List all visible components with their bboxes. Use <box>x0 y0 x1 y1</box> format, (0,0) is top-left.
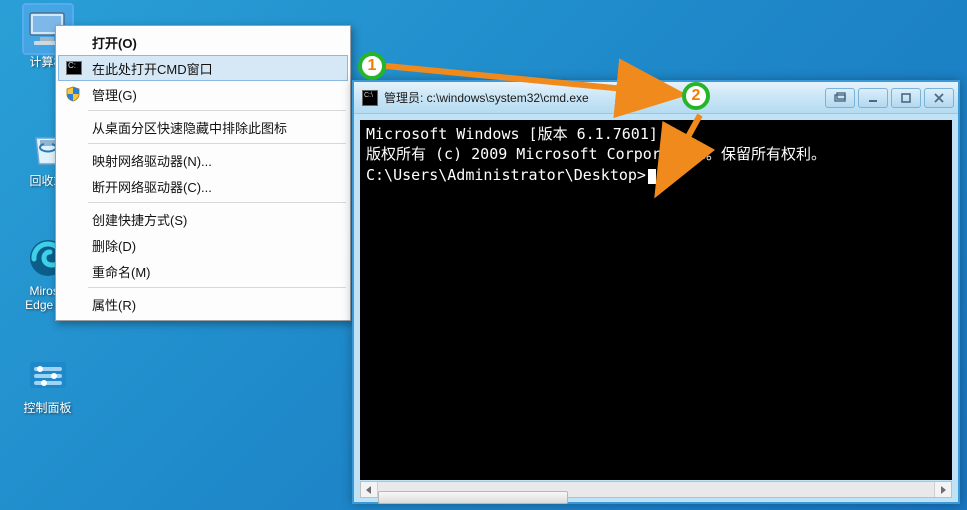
window-controls <box>825 88 954 108</box>
scroll-left-arrow-icon[interactable] <box>361 482 378 497</box>
window-extra-button[interactable] <box>825 88 855 108</box>
cmd-prompt: C:\Users\Administrator\Desktop> <box>366 165 946 185</box>
cmd-line: Microsoft Windows [版本 6.1.7601] <box>366 124 946 144</box>
ctx-map-network-drive[interactable]: 映射网络驱动器(N)... <box>58 147 348 173</box>
ctx-separator <box>88 143 346 144</box>
desktop: 计算机 回收站 Mirosft Edge 87 <box>0 0 967 510</box>
ctx-rename[interactable]: 重命名(M) <box>58 258 348 284</box>
cmd-titlebar[interactable]: 管理员: c:\windows\system32\cmd.exe <box>354 82 958 114</box>
ctx-open[interactable]: 打开(O) <box>58 29 348 55</box>
close-button[interactable] <box>924 88 954 108</box>
scroll-right-arrow-icon[interactable] <box>934 482 951 497</box>
ctx-label: 管理(G) <box>92 85 137 104</box>
maximize-button[interactable] <box>891 88 921 108</box>
shield-icon <box>64 85 82 103</box>
ctx-separator <box>88 202 346 203</box>
ctx-label: 重命名(M) <box>92 262 151 281</box>
ctx-label: 创建快捷方式(S) <box>92 210 187 229</box>
desktop-icon-control-panel[interactable]: 控制面板 <box>10 351 85 415</box>
control-panel-icon <box>24 351 72 399</box>
ctx-manage[interactable]: 管理(G) <box>58 81 348 107</box>
ctx-delete[interactable]: 删除(D) <box>58 232 348 258</box>
annotation-badge-1: 1 <box>358 52 386 80</box>
ctx-separator <box>88 287 346 288</box>
desktop-icon-label: 控制面板 <box>23 401 71 415</box>
cmd-output-area[interactable]: Microsoft Windows [版本 6.1.7601] 版权所有 (c)… <box>360 120 952 480</box>
cmd-icon: C: <box>65 59 83 77</box>
ctx-label: 从桌面分区快速隐藏中排除此图标 <box>92 118 287 137</box>
cmd-line: 版权所有 (c) 2009 Microsoft Corporation。保留所有… <box>366 144 946 164</box>
ctx-label: 在此处打开CMD窗口 <box>92 59 213 78</box>
cmd-title-text: 管理员: c:\windows\system32\cmd.exe <box>384 89 825 106</box>
ctx-separator <box>88 110 346 111</box>
horizontal-scrollbar[interactable] <box>360 481 952 498</box>
ctx-label: 删除(D) <box>92 236 136 255</box>
context-menu: 打开(O) C: 在此处打开CMD窗口 管理(G) 从桌面分区快速隐藏中排除此图 <box>55 25 351 321</box>
minimize-button[interactable] <box>858 88 888 108</box>
annotation-badge-2: 2 <box>682 82 710 110</box>
cmd-title-icon <box>362 90 378 106</box>
cmd-window: 管理员: c:\windows\system32\cmd.exe Microso… <box>352 80 960 504</box>
ctx-label: 断开网络驱动器(C)... <box>92 177 212 196</box>
ctx-create-shortcut[interactable]: 创建快捷方式(S) <box>58 206 348 232</box>
ctx-label: 属性(R) <box>92 295 136 314</box>
ctx-disconnect-network-drive[interactable]: 断开网络驱动器(C)... <box>58 173 348 199</box>
ctx-properties[interactable]: 属性(R) <box>58 291 348 317</box>
scroll-thumb[interactable] <box>378 491 568 504</box>
ctx-label: 映射网络驱动器(N)... <box>92 151 212 170</box>
ctx-label: 打开(O) <box>92 33 137 52</box>
ctx-open-cmd-here[interactable]: C: 在此处打开CMD窗口 <box>58 55 348 81</box>
ctx-exclude-from-desktop-zone[interactable]: 从桌面分区快速隐藏中排除此图标 <box>58 114 348 140</box>
